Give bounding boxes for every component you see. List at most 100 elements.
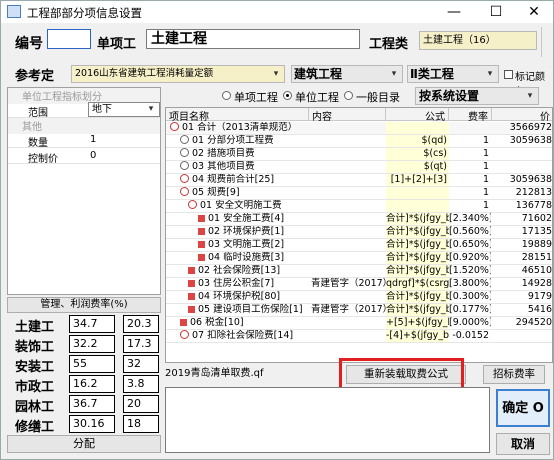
row-rate-cell[interactable]: 1 [449,135,491,147]
jianzhu-select[interactable]: 建筑工程 ▾ [291,65,403,83]
grid-row[interactable]: 01 合计（2013清单规范） 3566972 [166,122,552,135]
row-content-cell[interactable] [309,161,386,173]
grid-row[interactable]: 01 安全施工费[4] 合计]*$(jfgy_bc)[2.340%]71602 [166,213,552,226]
mark-color-checkbox[interactable] [504,70,513,79]
row-price-cell[interactable]: 9179 [492,291,552,303]
danxiang-input[interactable]: 土建工程 [146,29,360,49]
grid-row[interactable]: 02 社会保险费[13] 合计]*$(jfgy_bc)[1.520%]46510 [166,265,552,278]
grid-row[interactable]: 05 规费[9] 1 212813 [166,187,552,200]
row-price-cell[interactable]: 14928 [492,278,552,290]
row-rate-cell[interactable]: [9.000%] [449,317,491,329]
rate-input-a[interactable]: 16.2 [69,375,115,393]
row-content-cell[interactable] [309,148,386,160]
row-price-cell[interactable]: 71602 [492,213,552,225]
rate-input-b[interactable]: 32 [123,355,159,373]
rate-input-a[interactable]: 30.16 [69,415,115,433]
leibie-select[interactable]: Ⅱ类工程 ▾ [407,65,499,83]
cankao-select[interactable]: 2016山东省建筑工程消耗量定额 ▾ [71,65,285,83]
row-content-cell[interactable] [309,187,386,199]
row-price-cell[interactable]: 19889 [492,239,552,251]
minimize-button[interactable]: — [435,1,473,23]
row-content-cell[interactable]: 青建管字（2017） [309,304,386,316]
row-formula-cell[interactable]: $(qd) [386,135,449,147]
grid-row[interactable]: 07 扣除社会保险费[14] -[4]+$(jfgy_bc)-0.0152 [166,330,552,343]
row-rate-cell[interactable]: [0.177%] [449,304,491,316]
row-content-cell[interactable] [309,239,386,251]
row-content-cell[interactable] [309,213,386,225]
close-button[interactable]: ✕ [515,1,553,23]
row-content-cell[interactable]: 青建管字（2017） [309,278,386,290]
grid-row[interactable]: 03 文明施工费[2] 合计]*$(jfgy_bc)[0.650%]19889 [166,239,552,252]
cancel-button[interactable]: 取消 [496,433,550,455]
row-rate-cell[interactable]: 1 [449,187,491,199]
grid-row[interactable]: 01 分部分项工程费 $(qd) 1 3059638 [166,135,552,148]
system-setting-select[interactable]: 按系统设置 ▾ [415,87,539,105]
row-price-cell[interactable] [492,161,552,173]
row-content-cell[interactable] [309,226,386,238]
distribute-button[interactable]: 分配 [7,435,161,453]
row-content-cell[interactable] [309,135,386,147]
row-content-cell[interactable] [309,317,386,329]
rate-input-b[interactable]: 20 [123,395,159,413]
grid-row[interactable]: 04 规费前合计[25] [1]+[2]+[3] 1 3059638 [166,174,552,187]
row-price-cell[interactable]: 294520 [492,317,552,329]
row-price-cell[interactable]: 46510 [492,265,552,277]
rate-input-b[interactable]: 17.3 [123,335,159,353]
grid-row[interactable]: 01 安全文明施工费 1 136778 [166,200,552,213]
row-rate-cell[interactable]: [2.340%] [449,213,491,225]
row-rate-cell[interactable]: [3.800%] [449,278,491,290]
row-rate-cell[interactable]: 1 [449,174,491,186]
rate-input-a[interactable]: 36.7 [69,395,115,413]
maximize-button[interactable]: ☐ [477,1,515,23]
row-rate-cell[interactable]: -0.0152 [449,330,491,342]
row-formula-cell[interactable]: 合计]*$(jfgy_bc) [386,265,449,277]
fanwei-select[interactable]: 地下 ▾ [88,102,160,117]
row-price-cell[interactable]: 17135 [492,226,552,238]
row-formula-cell[interactable]: $(cs) [386,148,449,160]
grid-row[interactable]: 02 措施项目费 $(cs) 1 [166,148,552,161]
row-formula-cell[interactable]: +[5]+$(jfgy_bc) [386,317,449,329]
rate-input-a[interactable]: 55 [69,355,115,373]
row-content-cell[interactable] [309,252,386,264]
grid-row[interactable]: 04 环境保护税[80] 合计]*$(jfgy_bc)[0.300%]9179 [166,291,552,304]
notes-textarea[interactable] [165,387,490,453]
row-content-cell[interactable] [309,330,386,342]
row-price-cell[interactable]: 3059638 [492,174,552,186]
row-rate-cell[interactable]: [0.560%] [449,226,491,238]
grid-row[interactable]: 02 环境保护费[1] 合计]*$(jfgy_bc)[0.560%]17135 [166,226,552,239]
row-formula-cell[interactable] [386,187,449,199]
radio-danwei[interactable] [283,91,292,100]
row-formula-cell[interactable]: qdrgf]*$(csrgf) [386,278,449,290]
row-formula-cell[interactable]: 合计]*$(jfgy_bc) [386,304,449,316]
row-formula-cell[interactable] [386,122,449,134]
row-rate-cell[interactable]: [0.920%] [449,252,491,264]
row-formula-cell[interactable]: [1]+[2]+[3] [386,174,449,186]
ok-button[interactable]: 确定 O [496,389,550,427]
row-price-cell[interactable]: 3566972 [492,122,552,134]
row-rate-cell[interactable] [449,122,491,134]
row-rate-cell[interactable]: [1.520%] [449,265,491,277]
grid-row[interactable]: 05 建设项目工伤保险[1] 青建管字（2017）合计]*$(jfgy_bc)[0… [166,304,552,317]
grid-row[interactable]: 03 其他项目费 $(qt) 1 [166,161,552,174]
row-content-cell[interactable] [309,291,386,303]
row-rate-cell[interactable]: 1 [449,148,491,160]
row-formula-cell[interactable]: 合计]*$(jfgy_bc) [386,213,449,225]
rate-input-a[interactable]: 32.2 [69,335,115,353]
row-content-cell[interactable] [309,200,386,212]
row-content-cell[interactable] [309,122,386,134]
shuliang-value[interactable]: 1 [90,134,96,145]
row-rate-cell[interactable]: 1 [449,161,491,173]
radio-yiban[interactable] [344,91,353,100]
radio-danxiang[interactable] [222,91,231,100]
gongchenglei-select[interactable]: 土建工程（16） [419,31,537,50]
row-formula-cell[interactable]: $(qt) [386,161,449,173]
row-content-cell[interactable] [309,265,386,277]
row-rate-cell[interactable]: 1 [449,200,491,212]
bianhao-input[interactable] [47,29,91,49]
row-content-cell[interactable] [309,174,386,186]
row-formula-cell[interactable]: 合计]*$(jfgy_bc) [386,226,449,238]
row-formula-cell[interactable]: 合计]*$(jfgy_bc) [386,252,449,264]
row-rate-cell[interactable]: [0.650%] [449,239,491,251]
rate-input-a[interactable]: 34.7 [69,315,115,333]
grid-row[interactable]: 06 税金[10] +[5]+$(jfgy_bc)[9.000%]294520 [166,317,552,330]
